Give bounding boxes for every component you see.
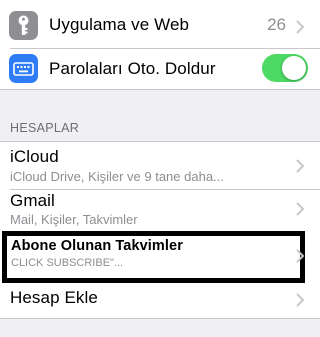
account-subtitle: CLICK SUBSCRIBE"...	[11, 257, 124, 269]
account-title: Gmail	[10, 191, 55, 210]
passwords-group: Uygulama ve Web 26 Parolaları Oto. Doldu…	[0, 0, 320, 90]
keyboard-icon	[9, 54, 38, 83]
subscribed-calendars-row[interactable]: Abone Olunan Takvimler CLICK SUBSCRIBE".…	[2, 231, 305, 283]
account-row-gmail[interactable]: Gmail Mail, Kişiler, Takvimler	[0, 190, 320, 232]
chevron-right-icon	[296, 20, 305, 34]
app-web-label: Uygulama ve Web	[49, 15, 190, 34]
account-title: iCloud	[10, 147, 59, 166]
chevron-right-icon	[296, 202, 305, 216]
app-web-count: 26	[267, 15, 286, 34]
autofill-toggle[interactable]	[262, 54, 308, 82]
chevron-right-icon	[296, 293, 305, 307]
autofill-label: Parolaları Oto. Doldur	[49, 59, 216, 78]
key-icon	[9, 11, 38, 40]
toggle-knob	[282, 56, 306, 80]
accounts-section-header: HESAPLAR	[10, 121, 80, 135]
add-account-label: Hesap Ekle	[10, 288, 98, 307]
app-web-row[interactable]: Uygulama ve Web 26	[0, 0, 320, 48]
account-subtitle: Mail, Kişiler, Takvimler	[10, 212, 138, 227]
chevron-right-icon	[296, 249, 305, 263]
chevron-right-icon	[296, 159, 305, 173]
account-row-icloud[interactable]: iCloud iCloud Drive, Kişiler ve 9 tane d…	[0, 142, 320, 189]
add-account-row[interactable]: Hesap Ekle	[0, 284, 320, 318]
account-title: Abone Olunan Takvimler	[11, 238, 183, 254]
accounts-settings-screen: Uygulama ve Web 26 Parolaları Oto. Doldu…	[0, 0, 320, 337]
account-subtitle: iCloud Drive, Kişiler ve 9 tane daha...	[10, 169, 224, 184]
